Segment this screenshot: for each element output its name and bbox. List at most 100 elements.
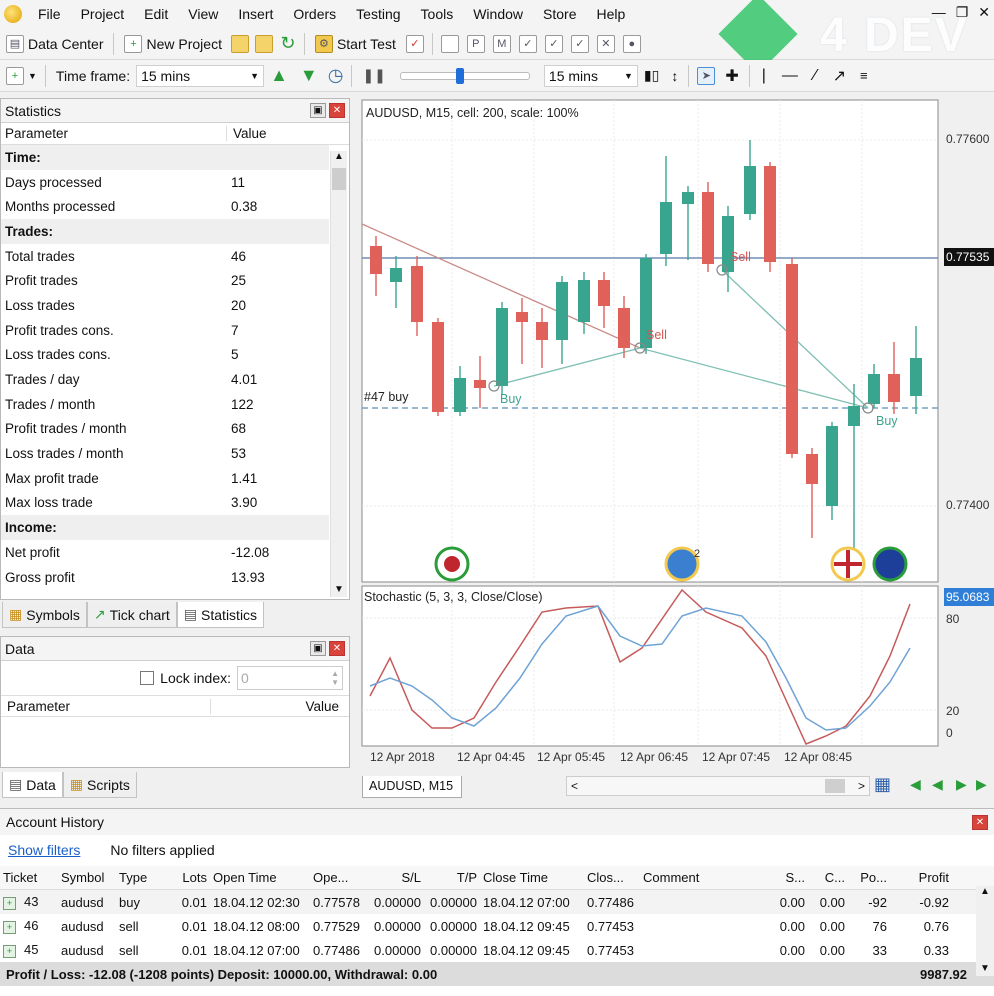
history-row[interactable]: +43 audusd buy 0.01 18.04.12 02:30 0.77578 0.0… <box>0 890 994 914</box>
scroll-thumb[interactable] <box>825 779 845 793</box>
doc-check2-icon[interactable]: ✓ <box>544 34 563 53</box>
show-filters-link[interactable]: Show filters <box>8 842 80 858</box>
scroll-down-icon[interactable]: ▼ <box>331 584 347 595</box>
arrow-up-icon[interactable]: ▲ <box>270 65 288 86</box>
history-column-header[interactable]: Symbol <box>58 870 116 885</box>
history-column-header[interactable]: Ticket <box>0 870 58 885</box>
save-folder-icon[interactable] <box>254 34 273 53</box>
statistics-row[interactable]: Months processed 0.38 <box>1 194 329 219</box>
pause-icon[interactable]: ❚❚ <box>362 67 385 84</box>
history-column-header[interactable]: C... <box>808 870 848 885</box>
chart-hscrollbar[interactable]: < > <box>566 776 870 796</box>
dropdown-arrow-icon[interactable]: ▼ <box>28 71 37 81</box>
horizontal-line-icon[interactable]: — <box>782 67 798 85</box>
time-frame-select[interactable]: 15 mins ▼ <box>136 64 265 87</box>
tab-statistics[interactable]: ▤ Statistics <box>176 602 265 628</box>
spinner-arrows-icon[interactable]: ▲ ▼ <box>331 669 339 687</box>
menu-orders[interactable]: Orders <box>283 6 346 22</box>
speed-slider[interactable] <box>399 67 530 84</box>
restore-icon[interactable]: ▣ <box>310 641 326 656</box>
candle-scale-icon[interactable]: ▮▯ <box>644 67 659 84</box>
new-doc-icon[interactable] <box>440 34 459 53</box>
history-row[interactable]: +46 audusd sell 0.01 18.04.12 08:00 0.77529 0.… <box>0 914 994 938</box>
statistics-row[interactable]: Profit trades cons. 7 <box>1 318 329 343</box>
statistics-section[interactable]: Time: <box>1 145 329 170</box>
statistics-row[interactable]: Days processed 11 <box>1 170 329 195</box>
add-chart-icon[interactable]: + <box>6 66 24 85</box>
history-row[interactable]: +45 audusd sell 0.01 18.04.12 07:00 0.77486 0.… <box>0 938 994 962</box>
statistics-row[interactable]: Total trades 46 <box>1 244 329 269</box>
doc-p-icon[interactable]: P <box>466 34 485 53</box>
open-folder-icon[interactable] <box>230 34 249 53</box>
skip-last-icon[interactable]: ▶ <box>976 776 987 793</box>
history-column-header[interactable]: Close Time <box>480 870 584 885</box>
history-scrollbar[interactable]: ▲ ▼ <box>976 886 994 976</box>
history-column-header[interactable]: Lots <box>168 870 210 885</box>
history-column-header[interactable]: Ope... <box>310 870 364 885</box>
close-icon[interactable]: ✕ <box>978 4 990 21</box>
doc-check3-icon[interactable]: ✓ <box>570 34 589 53</box>
statistics-row[interactable]: Loss trades 20 <box>1 293 329 318</box>
crosshair-icon[interactable]: ✚ <box>725 66 738 86</box>
column-value[interactable]: Value <box>227 126 267 141</box>
statistics-row[interactable]: Gross profit 13.93 <box>1 565 329 590</box>
close-icon[interactable]: ✕ <box>329 103 345 118</box>
menu-help[interactable]: Help <box>586 6 635 22</box>
statistics-row[interactable]: Net profit -12.08 <box>1 540 329 565</box>
close-icon[interactable]: ✕ <box>972 814 988 830</box>
history-column-header[interactable]: Profit <box>890 870 952 885</box>
statistics-row[interactable]: Trades / month 122 <box>1 392 329 417</box>
scroll-up-icon[interactable]: ▲ <box>331 151 347 162</box>
history-column-header[interactable]: S... <box>770 870 808 885</box>
cursor-icon[interactable]: ➤ <box>697 66 716 85</box>
statistics-row[interactable]: Max loss trade 3.90 <box>1 491 329 516</box>
vertical-line-icon[interactable]: | <box>762 67 766 85</box>
chart-autoscroll-icon[interactable]: ▦ <box>874 774 891 795</box>
lock-index-checkbox[interactable] <box>140 671 155 685</box>
fibo-icon[interactable]: ≡ <box>860 68 868 83</box>
statistics-row[interactable]: Profit trades 25 <box>1 268 329 293</box>
menu-edit[interactable]: Edit <box>134 6 178 22</box>
refresh-icon[interactable]: ↻ <box>279 34 297 53</box>
statistics-row[interactable]: Profit trades / month 68 <box>1 417 329 442</box>
column-parameter[interactable]: Parameter <box>1 698 211 714</box>
prev-icon[interactable]: ◀ <box>932 776 943 793</box>
menu-testing[interactable]: Testing <box>346 6 410 22</box>
start-test-button[interactable]: ⚙ Start Test <box>309 31 402 57</box>
history-column-header[interactable]: S/L <box>364 870 424 885</box>
doc-stop-icon[interactable]: ● <box>622 34 641 53</box>
skip-first-icon[interactable]: ◀ <box>910 776 921 793</box>
history-column-header[interactable]: T/P <box>424 870 480 885</box>
tab-data[interactable]: ▤ Data <box>2 772 63 798</box>
lock-index-spinner[interactable]: 0 ▲ ▼ <box>237 666 343 690</box>
tab-tick-chart[interactable]: ↗ Tick chart <box>86 602 177 628</box>
speed-select[interactable]: 15 mins ▼ <box>543 64 638 87</box>
tab-scripts[interactable]: ▦ Scripts <box>62 772 137 798</box>
history-column-header[interactable]: Clos... <box>584 870 640 885</box>
menu-file[interactable]: File <box>28 6 71 22</box>
column-parameter[interactable]: Parameter <box>1 126 227 141</box>
column-value[interactable]: Value <box>211 699 349 714</box>
menu-view[interactable]: View <box>178 6 228 22</box>
doc-x-icon[interactable]: ✕ <box>596 34 615 53</box>
doc-check-icon[interactable]: ✓ <box>518 34 537 53</box>
statistics-row[interactable]: Max profit trade 1.41 <box>1 466 329 491</box>
scroll-thumb[interactable] <box>332 168 346 190</box>
statistics-scrollbar[interactable]: ▲ ▼ <box>330 151 347 597</box>
arrow-down-icon[interactable]: ▼ <box>300 65 318 86</box>
statistics-row[interactable]: Trades / day 4.01 <box>1 367 329 392</box>
trend-line-icon[interactable]: ⁄ <box>814 67 817 85</box>
menu-store[interactable]: Store <box>533 6 586 22</box>
price-chart[interactable] <box>356 96 994 802</box>
chart-tab[interactable]: AUDUSD, M15 <box>362 776 462 798</box>
scroll-left-icon[interactable]: < <box>571 779 578 793</box>
history-column-header[interactable]: Open Time <box>210 870 310 885</box>
tab-symbols[interactable]: ▦ Symbols <box>2 602 87 628</box>
vertical-scale-icon[interactable]: ↕ <box>671 68 678 84</box>
statistics-row[interactable]: Loss trades cons. 5 <box>1 343 329 368</box>
clock-icon[interactable]: ◷ <box>328 65 344 86</box>
scroll-down-icon[interactable]: ▼ <box>976 963 994 974</box>
data-center-button[interactable]: ▤ Data Center <box>0 31 109 57</box>
statistics-section[interactable]: Income: <box>1 515 329 540</box>
close-icon[interactable]: ✕ <box>329 641 345 656</box>
